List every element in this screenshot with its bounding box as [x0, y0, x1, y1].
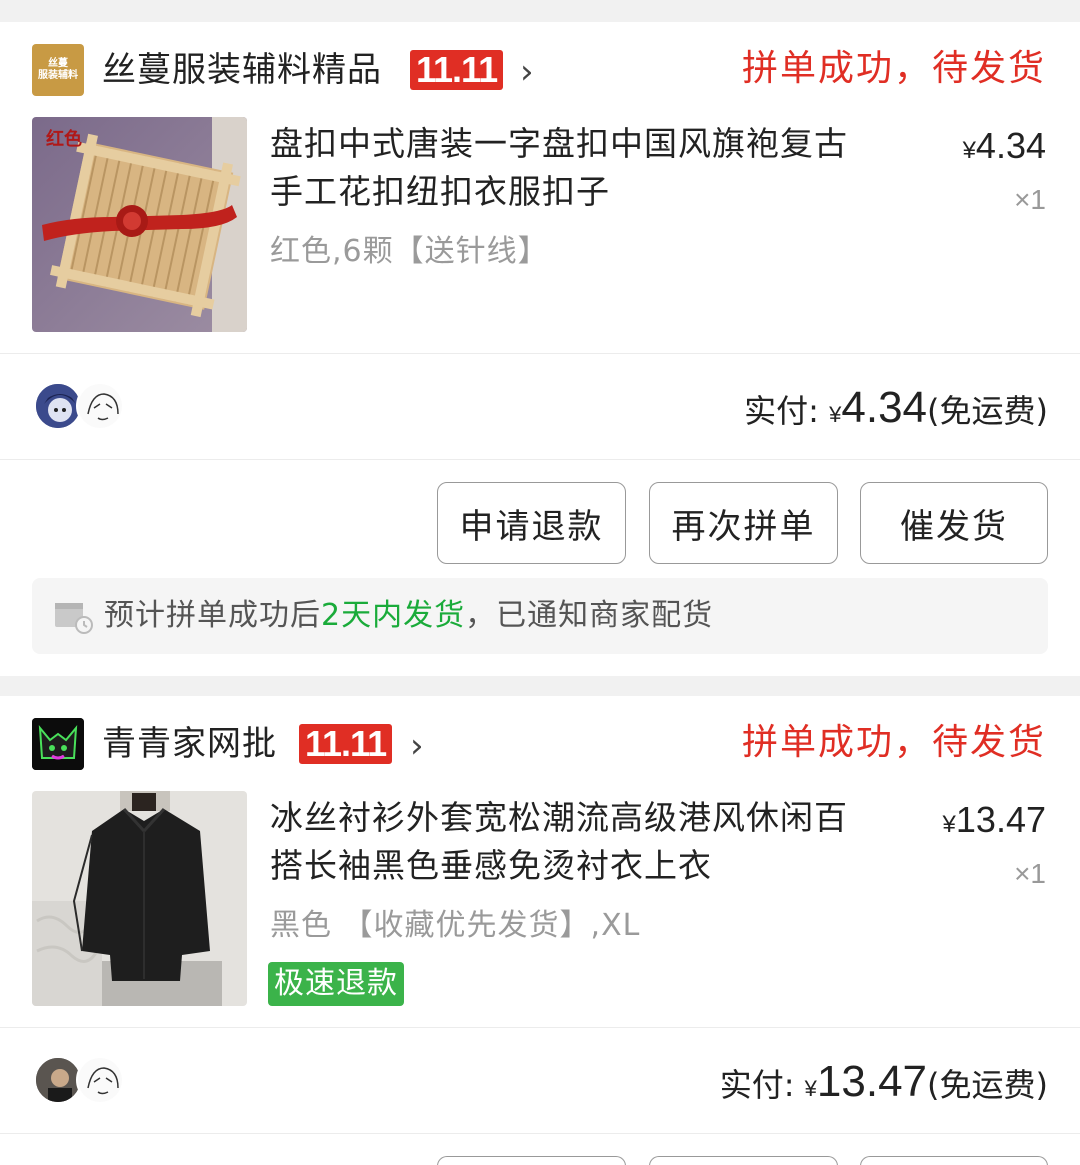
paid-label: 实付: [719, 1066, 795, 1104]
delivery-calendar-icon [55, 603, 93, 634]
chevron-right-icon[interactable]: › [410, 726, 424, 766]
product-title[interactable]: 冰丝衬衫外套宽松潮流高级港风休闲百 搭长袖黑色垂感免烫衬衣上衣 [270, 794, 900, 890]
shipping-note: (免运费) [927, 1066, 1048, 1104]
paid-value: 4.34 [841, 383, 928, 432]
avatar [76, 382, 124, 430]
shop-name[interactable]: 青青家网批 [102, 722, 277, 766]
notice-prefix: 预计拼单成功后 [104, 598, 321, 633]
price-value: 4.34 [975, 125, 1046, 166]
product-image[interactable]: 红色 [32, 117, 247, 332]
product-title-line: 冰丝衬衫外套宽松潮流高级港风休闲百 [270, 798, 848, 837]
product-title-line: 搭长袖黑色垂感免烫衬衣上衣 [270, 846, 712, 885]
double-eleven-badge: 11.11 [299, 724, 393, 764]
shop-logo-line1: 丝蔓 [48, 58, 68, 69]
order-status: 拼单成功，待发货 [741, 722, 1046, 763]
product-quantity: ×1 [1014, 858, 1046, 889]
regroup-button[interactable]: 再次拼单 [649, 482, 838, 564]
order-card: 丝蔓 服装辅料 丝蔓服装辅料精品 11.11 › 拼单成功，待发货 红色 盘扣中… [0, 22, 1080, 676]
currency-symbol: ¥ [942, 811, 956, 838]
refund-button[interactable]: 申请退款 [437, 482, 626, 564]
product-spec: 红色,6颗【送针线】 [270, 234, 549, 269]
divider [0, 1027, 1080, 1028]
currency-symbol: ¥ [962, 137, 976, 164]
thumb-label: 红色 [46, 128, 82, 150]
double-eleven-badge: 11.11 [410, 50, 504, 90]
notice-text: 预计拼单成功后2天内发货，已通知商家配货 [104, 594, 713, 638]
group-avatars[interactable] [34, 382, 134, 430]
refund-button[interactable] [437, 1156, 626, 1165]
shop-logo[interactable]: 丝蔓 服装辅料 [32, 44, 84, 96]
product-image[interactable] [32, 791, 247, 1006]
shop-logo-line2: 服装辅料 [38, 70, 78, 81]
urge-shipping-button[interactable] [860, 1156, 1048, 1165]
paid-label: 实付: [744, 392, 819, 430]
product-title-line: 盘扣中式唐装一字盘扣中国风旗袍复古 [270, 124, 848, 163]
product-title[interactable]: 盘扣中式唐装一字盘扣中国风旗袍复古 手工花扣纽扣衣服扣子 [270, 120, 900, 216]
avatar [76, 1056, 124, 1104]
product-price: ¥13.47 [943, 798, 1046, 847]
price-value: 13.47 [955, 799, 1046, 840]
paid-value: 13.47 [816, 1057, 928, 1106]
shipping-note: (免运费) [927, 392, 1048, 430]
divider [0, 1133, 1080, 1134]
order-card: 青青家网批 11.11 › 拼单成功，待发货 冰丝衬衫外套宽松潮流高级港风休闲百… [0, 696, 1080, 1165]
paid-amount: 实付: ¥4.34(免运费) [744, 384, 1048, 439]
urge-shipping-button[interactable]: 催发货 [860, 482, 1048, 564]
chevron-right-icon[interactable]: › [520, 52, 534, 92]
notice-highlight: 2天内发货 [321, 598, 466, 633]
order-status: 拼单成功，待发货 [741, 48, 1046, 89]
product-title-line: 手工花扣纽扣衣服扣子 [270, 172, 610, 211]
paid-amount: 实付: ¥13.47(免运费) [720, 1058, 1048, 1113]
shop-name[interactable]: 丝蔓服装辅料精品 [102, 48, 382, 92]
group-avatars[interactable] [34, 1056, 134, 1104]
avatar [34, 382, 82, 430]
product-spec: 黑色 【收藏优先发货】,XL [270, 908, 641, 943]
regroup-button[interactable] [649, 1156, 838, 1165]
shipping-notice: 预计拼单成功后2天内发货，已通知商家配货 [32, 578, 1048, 654]
fast-refund-badge: 极速退款 [268, 962, 404, 1006]
divider [0, 353, 1080, 354]
currency-symbol: ¥ [829, 402, 842, 427]
product-price: ¥4.34 [963, 124, 1046, 173]
product-quantity: ×1 [1014, 184, 1046, 215]
currency-symbol: ¥ [804, 1076, 817, 1101]
shop-logo[interactable] [32, 718, 84, 770]
divider [0, 459, 1080, 460]
notice-suffix: ，已通知商家配货 [465, 598, 714, 633]
avatar [34, 1056, 82, 1104]
